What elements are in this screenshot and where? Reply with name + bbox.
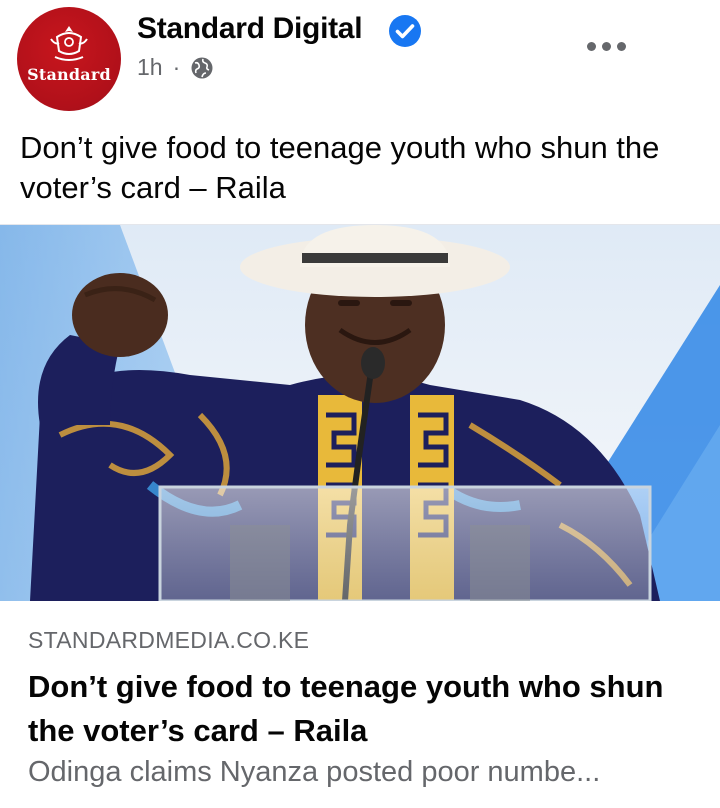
speaker-photo [0, 225, 720, 601]
avatar-brand-text: Standard [27, 65, 111, 84]
link-card[interactable]: STANDARDMEDIA.CO.KE Don’t give food to t… [0, 601, 720, 808]
meta-separator: · [172, 54, 181, 80]
more-options-button[interactable] [585, 34, 627, 58]
link-description: Odinga claims Nyanza posted poor numbe..… [28, 756, 601, 788]
post-meta: 1h · [137, 54, 214, 81]
link-preview-image[interactable] [0, 224, 720, 601]
post-text: Don’t give food to teenage youth who shu… [20, 130, 660, 205]
crest-logo [50, 26, 88, 61]
link-headline[interactable]: Don’t give food to teenage youth who shu… [28, 665, 698, 753]
globe-icon [191, 57, 213, 78]
more-options-icon [586, 41, 596, 51]
post-time[interactable]: 1h [137, 54, 163, 81]
page-avatar[interactable]: Standard [17, 7, 121, 111]
verified-badge-icon [389, 15, 421, 47]
page-name[interactable]: Standard Digital [137, 12, 363, 46]
link-domain: STANDARDMEDIA.CO.KE [28, 627, 310, 653]
post-header: Standard Standard Digital 1h · [0, 0, 720, 118]
